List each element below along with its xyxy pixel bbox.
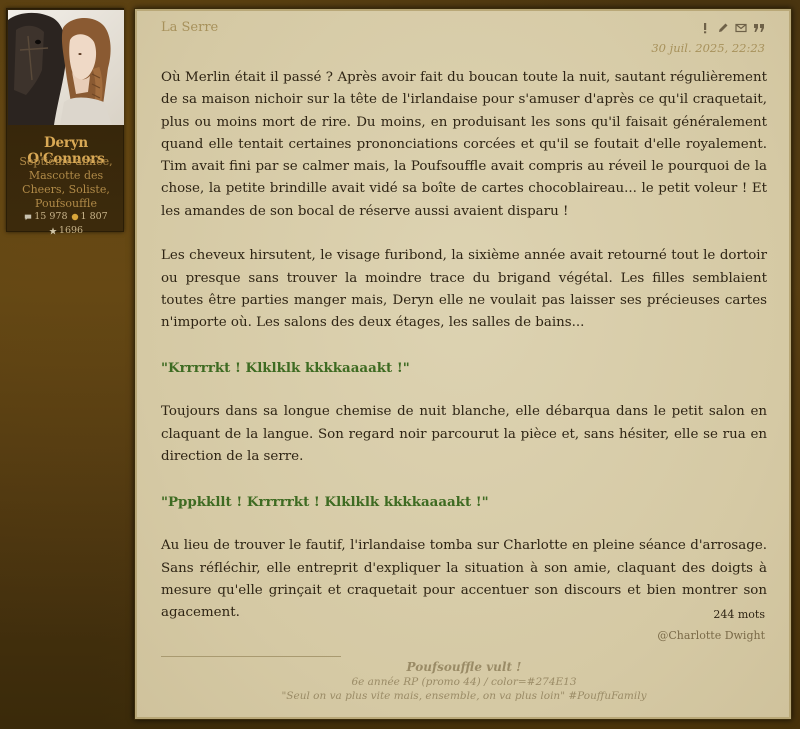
avatar[interactable]	[8, 10, 124, 125]
dialog-line: "Pppkkllt ! Krrrrrkt ! Klklklk kkkkaaaak…	[161, 493, 489, 510]
mention-link[interactable]: @Charlotte Dwight	[657, 629, 765, 642]
post-box: La Serre 30 juil. 2025, 22:23 Où Merlin …	[134, 8, 792, 720]
signature-divider	[161, 656, 341, 657]
paragraph: Toujours dans sa longue chemise de nuit …	[161, 404, 767, 465]
author-stats: 15 978 1 807 1696	[11, 210, 121, 238]
signature-line: "Seul on va plus vite mais, ensemble, on…	[281, 690, 647, 702]
stars-count: 1696	[58, 225, 84, 236]
star-icon	[49, 227, 57, 235]
paragraph: Les cheveux hirsutent, le visage furibon…	[161, 248, 767, 331]
post-date: 30 juil. 2025, 22:23	[651, 41, 765, 55]
edit-icon[interactable]	[717, 22, 729, 34]
signature-title: Poufsouffle vult !	[406, 660, 522, 674]
stars-stat: 1696	[49, 224, 83, 238]
dialog-line: "Krrrrrkt ! Klklklk kkkkaaaakt !"	[161, 359, 410, 376]
messages-stat: 15 978	[24, 210, 68, 224]
signature-line: 6e année RP (promo 44) / color=#274E13	[351, 676, 577, 688]
author-panel: Deryn O'Connors Septième année, Mascotte…	[6, 8, 124, 236]
speech-bubble-icon	[25, 214, 32, 221]
post-body: Où Merlin était il passé ? Après avoir f…	[161, 67, 767, 647]
points-count: 1 807	[80, 211, 108, 222]
envelope-icon[interactable]	[735, 22, 747, 34]
word-count: 244 mots	[713, 608, 765, 621]
quote-icon[interactable]	[753, 22, 765, 34]
paragraph: Au lieu de trouver le fautif, l'irlandai…	[161, 538, 767, 621]
coin-icon	[71, 213, 78, 221]
author-rank: Septième année, Mascotte des Cheers, Sol…	[19, 155, 113, 210]
messages-count: 15 978	[34, 211, 68, 222]
signature: Poufsouffle vult ! 6e année RP (promo 44…	[135, 660, 793, 703]
post-title[interactable]: La Serre	[161, 20, 218, 35]
paragraph: Où Merlin était il passé ? Après avoir f…	[161, 70, 767, 219]
points-stat: 1 807	[71, 210, 108, 224]
alert-icon[interactable]	[699, 22, 711, 34]
post-actions	[699, 22, 765, 34]
